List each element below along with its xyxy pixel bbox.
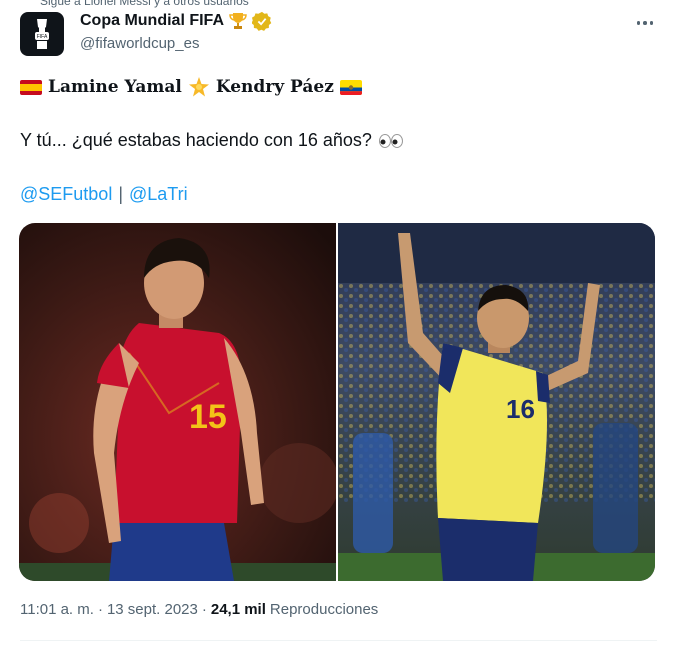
player2-name: Kendry Páez (215, 77, 334, 97)
author-handle[interactable]: @fifaworldcup_es (80, 35, 199, 52)
more-options-icon[interactable] (634, 12, 656, 34)
eyes-emoji-icon (378, 133, 403, 148)
tweet-date[interactable]: 13 sept. 2023 (107, 601, 198, 618)
photo-left-spain-player[interactable]: 15 (19, 223, 336, 581)
avatar[interactable]: FIFA (20, 12, 64, 56)
svg-text:FIFA: FIFA (37, 34, 48, 40)
divider (20, 640, 657, 641)
verified-badge-icon[interactable] (252, 11, 272, 31)
tweet-media[interactable]: 15 16 (19, 223, 655, 581)
trophy-icon (229, 13, 247, 29)
right-jersey-number: 16 (506, 394, 535, 424)
mention-separator: | (118, 184, 123, 204)
views-label: Reproducciones (269, 601, 379, 618)
tweet-text-players: Lamine Yamal Kendry Páez (20, 76, 362, 98)
spain-flag-icon (20, 79, 42, 95)
meta-dot-2: · (201, 601, 207, 618)
ecuador-flag-icon (339, 79, 362, 95)
question-text: Y tú... ¿qué estabas haciendo con 16 año… (20, 130, 372, 150)
mention-sefutbol[interactable]: @SEFutbol (20, 184, 112, 205)
tweet-meta: 11:01 a. m. · 13 sept. 2023 · 24,1 mil R… (20, 601, 378, 618)
tweet-text-question: Y tú... ¿qué estabas haciendo con 16 año… (20, 130, 404, 151)
author-name[interactable]: Copa Mundial FIFA (80, 12, 224, 30)
player1-name: Lamine Yamal (48, 77, 182, 97)
tweet-header: FIFA Copa Mundial FIFA @fifaworldcup_es (20, 8, 660, 58)
photo-right-ecuador-player[interactable]: 16 (338, 223, 655, 581)
meta-dot: · (97, 601, 103, 618)
left-jersey-number: 15 (189, 398, 227, 436)
fifa-trophy-logo-icon: FIFA (35, 19, 49, 49)
tweet-mentions: @SEFutbol | @LaTri (20, 184, 188, 205)
views-count: 24,1 mil (210, 601, 266, 618)
star-icon (188, 77, 209, 97)
mention-latri[interactable]: @LaTri (129, 184, 188, 205)
social-context: Sigue a Lionel Messi y a otros usuarios (40, 0, 249, 8)
tweet-time[interactable]: 11:01 a. m. (20, 601, 94, 618)
